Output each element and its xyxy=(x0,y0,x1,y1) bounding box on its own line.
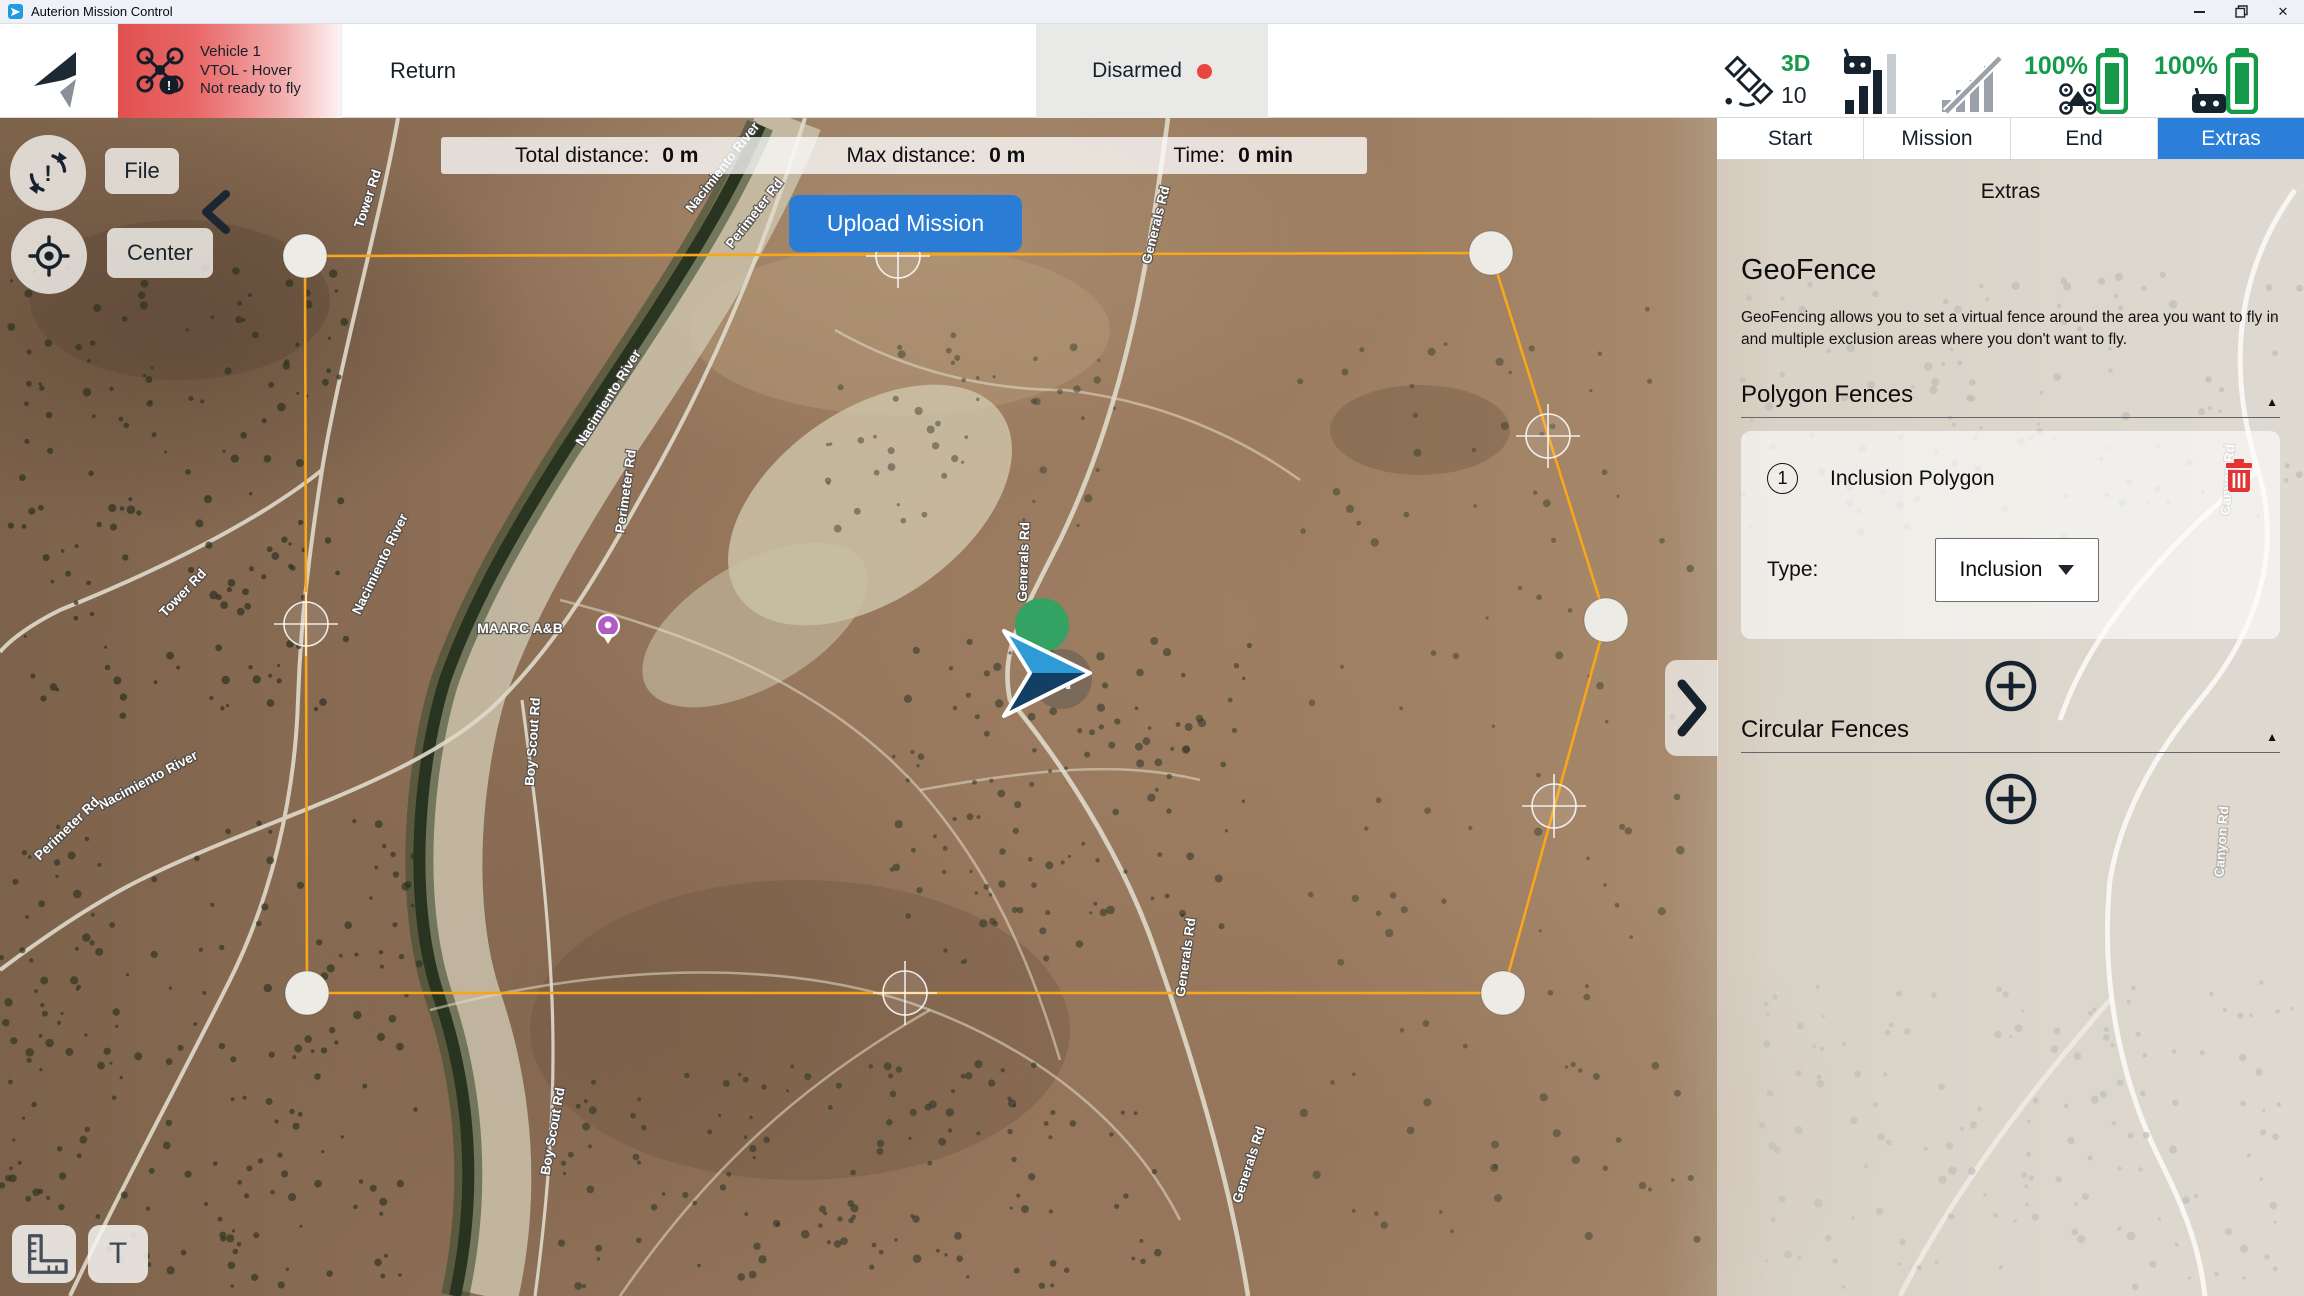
vehicle-status-button[interactable]: ! Vehicle 1 VTOL - Hover Not ready to fl… xyxy=(118,24,341,118)
delete-fence-button[interactable] xyxy=(2224,459,2254,498)
dropdown-caret-icon xyxy=(2058,565,2074,575)
gps-satellite-icon[interactable] xyxy=(1722,48,1776,112)
plus-circle-icon xyxy=(1983,658,2039,714)
controller-battery-percent: 100% xyxy=(2154,52,2218,81)
add-polygon-fence-button[interactable] xyxy=(1983,658,2039,714)
close-button[interactable]: ✕ xyxy=(2262,0,2304,23)
polygon-fences-label: Polygon Fences xyxy=(1741,381,1913,409)
disarmed-indicator-dot xyxy=(1197,64,1212,79)
road-label: Boy Scout Rd xyxy=(522,697,543,786)
poi-label: MAARC A&B xyxy=(477,620,563,636)
sync-alert-icon: ! xyxy=(25,150,71,196)
app-logo-icon xyxy=(8,4,23,19)
datalink-lost-icon[interactable] xyxy=(1938,54,2004,114)
return-button[interactable]: Return xyxy=(390,24,456,118)
road-label: Tower Rd xyxy=(351,168,384,230)
minimize-button[interactable] xyxy=(2178,0,2220,23)
window-title: Auterion Mission Control xyxy=(31,4,173,19)
drone-silhouette-icon xyxy=(2058,82,2098,116)
fence-midpoint-handle[interactable] xyxy=(274,592,338,656)
tab-start[interactable]: Start xyxy=(1717,118,1864,159)
fence-index-badge: 1 xyxy=(1767,463,1798,494)
plan-tabs: StartMissionEndExtras xyxy=(1717,118,2304,160)
rc-signal-icon[interactable] xyxy=(1842,48,1906,116)
fence-type-dropdown[interactable]: Inclusion xyxy=(1935,538,2099,602)
drone-warning-icon: ! xyxy=(134,43,186,99)
panel-collapse-handle[interactable] xyxy=(1665,660,1718,756)
fence-type-value: Inclusion xyxy=(1960,558,2043,582)
fence-midpoint-handle[interactable] xyxy=(1516,404,1580,468)
stat-item: Total distance:0 m xyxy=(515,144,698,168)
file-button[interactable]: File xyxy=(105,148,179,194)
svg-text:!: ! xyxy=(44,161,51,186)
window-titlebar: Auterion Mission Control ✕ xyxy=(0,0,2304,24)
toolbar-divider xyxy=(341,24,342,118)
road-label: Generals Rd xyxy=(1229,1124,1268,1204)
road-label: Perimeter Rd xyxy=(31,794,102,863)
road-label: Generals Rd xyxy=(1015,522,1033,602)
vehicle-name: Vehicle 1 xyxy=(200,43,301,62)
battery-icon[interactable] xyxy=(2226,48,2258,114)
auterion-logo-icon[interactable] xyxy=(34,52,78,119)
fence-vertex-handle[interactable] xyxy=(1481,971,1525,1015)
collapse-up-icon[interactable]: ▲ xyxy=(2266,730,2280,744)
armed-status-label: Disarmed xyxy=(1092,59,1182,83)
geofence-title: GeoFence xyxy=(1741,254,2280,287)
text-annotation-button[interactable]: T xyxy=(88,1225,148,1283)
fence-type-label: Type: xyxy=(1767,558,1818,582)
svg-text:!: ! xyxy=(167,78,171,93)
restore-icon xyxy=(2235,5,2248,18)
fence-vertex-handle[interactable] xyxy=(1469,231,1513,275)
plus-circle-icon xyxy=(1983,771,2039,827)
vehicle-status: Not ready to fly xyxy=(200,80,301,99)
main-toolbar: ! Vehicle 1 VTOL - Hover Not ready to fl… xyxy=(0,24,2304,118)
fence-item-label: Inclusion Polygon xyxy=(1830,467,1995,491)
vehicle-marker-layer: H xyxy=(1004,598,1092,716)
measure-tool-button[interactable] xyxy=(12,1225,76,1283)
battery-icon[interactable] xyxy=(2096,48,2128,114)
crosshair-locate-icon xyxy=(26,233,72,279)
stat-item: Time:0 min xyxy=(1173,144,1293,168)
fence-midpoint-handle[interactable] xyxy=(1522,774,1586,838)
road-label: Nacimiento River xyxy=(96,747,201,812)
tab-mission[interactable]: Mission xyxy=(1864,118,2011,159)
circular-fences-section-header[interactable]: Circular Fences ▲ xyxy=(1741,716,2280,753)
fence-vertex-handle[interactable] xyxy=(285,971,329,1015)
collapse-up-icon[interactable]: ▲ xyxy=(2266,395,2280,409)
armed-status-button[interactable]: Disarmed xyxy=(1036,24,1268,118)
ruler-icon xyxy=(18,1231,70,1277)
vehicle-battery-percent: 100% xyxy=(2024,52,2088,81)
sync-status-button[interactable]: ! xyxy=(10,135,86,211)
tab-end[interactable]: End xyxy=(2011,118,2158,159)
polygon-fences-section-header[interactable]: Polygon Fences ▲ xyxy=(1741,381,2280,418)
stat-item: Max distance:0 m xyxy=(847,144,1026,168)
circular-fences-label: Circular Fences xyxy=(1741,716,1909,744)
inclusion-polygon-card: 1 Inclusion Polygon Type: Inclusion xyxy=(1741,431,2280,639)
fence-vertex-handle[interactable] xyxy=(283,234,327,278)
upload-mission-button[interactable]: Upload Mission xyxy=(789,195,1022,252)
locate-vehicle-button[interactable] xyxy=(11,218,87,294)
fence-vertex-handle[interactable] xyxy=(1584,598,1628,642)
geofence-description: GeoFencing allows you to set a virtual f… xyxy=(1741,307,2280,351)
extras-panel: Extras GeoFence GeoFencing allows you to… xyxy=(1717,160,2304,1296)
trash-icon xyxy=(2224,459,2254,493)
road-label: Nacimiento River xyxy=(349,511,411,617)
tab-extras[interactable]: Extras xyxy=(2158,118,2304,159)
chevron-right-icon xyxy=(1675,672,1709,744)
gps-lock-status: 3D xyxy=(1781,50,1810,77)
app-window: Tower Rd Tower Rd Nacimiento River Nacimien… xyxy=(0,0,2304,1296)
add-circular-fence-button[interactable] xyxy=(1983,771,2039,827)
gps-satellite-count: 10 xyxy=(1781,82,1807,109)
controller-silhouette-icon xyxy=(2192,88,2226,114)
road-label: Generals Rd xyxy=(1173,917,1199,998)
center-map-button[interactable]: Center xyxy=(107,228,213,278)
road-label: Tower Rd xyxy=(156,566,209,620)
vehicle-mode: VTOL - Hover xyxy=(200,62,301,81)
panel-heading: Extras xyxy=(1741,180,2280,204)
terrain-patches xyxy=(30,220,1510,1180)
restore-button[interactable] xyxy=(2220,0,2262,23)
mission-stats-bar: Total distance:0 m Max distance:0 m Time:0… xyxy=(441,137,1367,174)
